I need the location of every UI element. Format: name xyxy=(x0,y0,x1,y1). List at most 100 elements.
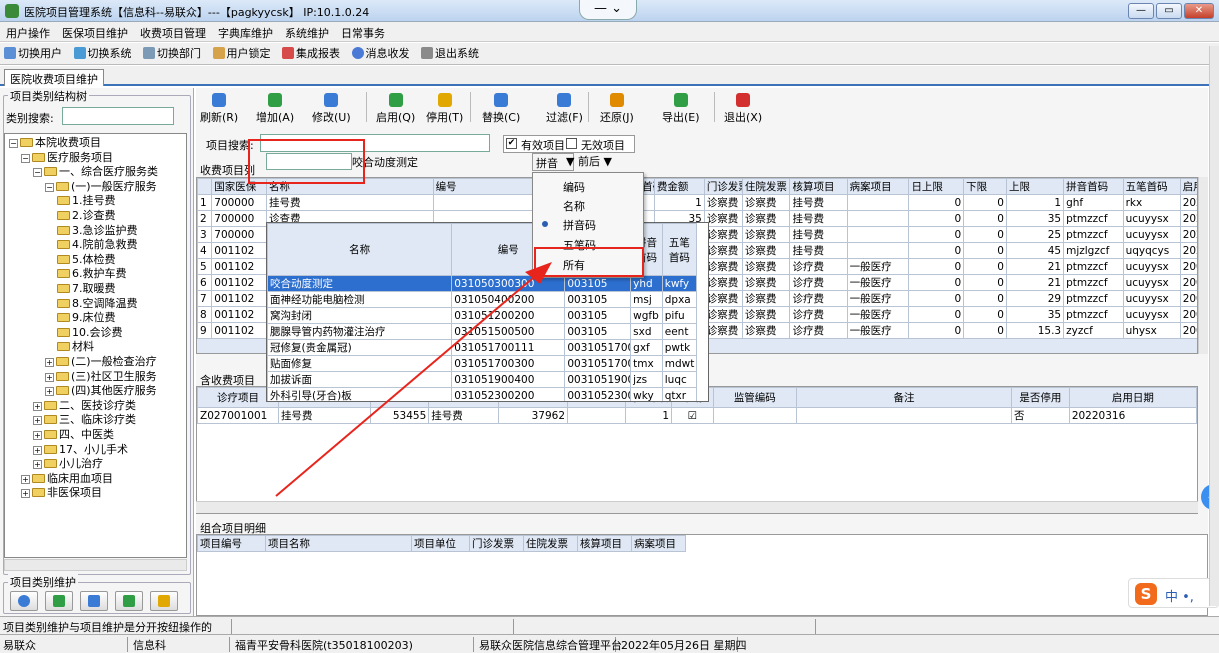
grid3-header[interactable]: 住院发票 xyxy=(523,535,578,552)
menu-daily[interactable]: 日常事务 xyxy=(335,22,391,41)
grid1-header[interactable]: 启用 xyxy=(1179,178,1197,195)
menu-insurance[interactable]: 医保项目维护 xyxy=(56,22,134,41)
restore-button[interactable]: 还原(J) xyxy=(600,93,634,125)
tree-node[interactable]: − 本院收费项目 xyxy=(9,136,101,150)
tree-node[interactable]: 9.床位费 xyxy=(57,311,116,325)
expand-icon[interactable]: + xyxy=(45,372,54,382)
tree-node[interactable]: + 小儿治疗 xyxy=(33,457,103,471)
grid1-header[interactable]: 下限 xyxy=(963,178,1007,195)
apply-checkbox[interactable]: ☑ xyxy=(688,410,697,422)
tree-node[interactable]: 5.体检费 xyxy=(57,253,116,267)
tree-node[interactable]: 1.挂号费 xyxy=(57,194,116,208)
disable-button[interactable]: 停用(T) xyxy=(426,93,463,125)
tree-node[interactable]: + 二、医技诊疗类 xyxy=(33,399,136,413)
collapse-icon[interactable]: − xyxy=(33,168,42,178)
tree-node[interactable]: − 医疗服务项目 xyxy=(21,151,113,165)
menu-item-code[interactable]: 编码 xyxy=(563,179,585,195)
tree-refresh-button[interactable] xyxy=(10,591,38,611)
expand-icon[interactable]: + xyxy=(33,416,42,426)
tree-node[interactable]: 3.急诊监护费 xyxy=(57,224,138,238)
grid1-header[interactable]: 上限 xyxy=(1005,178,1065,195)
collapse-icon[interactable]: − xyxy=(21,153,30,163)
exit-system-button[interactable]: 退出系统 xyxy=(421,45,479,61)
category-search-input[interactable] xyxy=(62,107,174,125)
grid2-header[interactable]: 启用日期 xyxy=(1068,387,1197,408)
tree-node[interactable]: 4.院前急救费 xyxy=(57,238,138,252)
valid-checkbox[interactable]: ✔ xyxy=(506,138,517,149)
add-button[interactable]: 增加(A) xyxy=(256,93,294,125)
menu-fee-items[interactable]: 收费项目管理 xyxy=(134,22,212,41)
grid1-header[interactable]: 门诊发票 xyxy=(703,178,743,195)
window-vscroll[interactable] xyxy=(1209,46,1219,606)
expand-icon[interactable]: + xyxy=(33,431,42,440)
tree-edit-button[interactable] xyxy=(80,591,108,611)
edit-button[interactable]: 修改(U) xyxy=(312,93,351,125)
grid3-header[interactable]: 门诊发票 xyxy=(469,535,524,552)
menu-item-name[interactable]: 名称 xyxy=(563,198,585,214)
tree-node[interactable]: 2.诊查费 xyxy=(57,209,116,223)
switch-system-button[interactable]: 切换系统 xyxy=(73,45,132,61)
category-tree[interactable]: − 本院收费项目 − 医疗服务项目 − 一、综合医疗服务类 − (一)一般医疗服务 1.挂号费 2… xyxy=(4,133,187,558)
menu-system[interactable]: 系统维护 xyxy=(279,22,335,41)
range-select[interactable]: ▼ 前后 ▼ xyxy=(564,152,634,170)
combo-detail-grid[interactable]: 项目编号 项目名称 项目单位 门诊发票 住院发票 核算项目 病案项目 xyxy=(196,534,1208,616)
tree-node[interactable]: + 临床用血项目 xyxy=(21,472,113,486)
grid3-header[interactable]: 项目编号 xyxy=(197,535,266,552)
grid1-header[interactable]: 拼音首码 xyxy=(1063,178,1124,195)
lock-user-button[interactable]: 用户锁定 xyxy=(212,45,271,61)
replace-button[interactable]: 替换(C) xyxy=(482,93,520,125)
expand-icon[interactable]: + xyxy=(33,460,42,470)
grid2-header[interactable]: 监管编码 xyxy=(712,387,797,408)
close-button[interactable]: ✕ xyxy=(1184,3,1214,19)
collapse-icon[interactable]: − xyxy=(45,182,54,192)
tree-node[interactable]: + (四)其他医疗服务 xyxy=(45,384,157,398)
grid1-header[interactable]: 费金额 xyxy=(653,178,705,195)
tree-node[interactable]: +17、小儿手术 xyxy=(33,443,128,457)
invalid-checkbox[interactable] xyxy=(566,138,577,149)
tree-node[interactable]: 6.救护车费 xyxy=(57,267,127,281)
tree-node[interactable]: 材料 xyxy=(57,340,94,354)
table-row[interactable]: 1700000挂号费1诊察费诊察费挂号费001ghfrkx202 xyxy=(197,194,1197,211)
collapse-icon[interactable]: − xyxy=(9,139,18,148)
grid1-header[interactable]: 住院发票 xyxy=(741,178,791,195)
filter-button[interactable]: 过滤(F) xyxy=(546,93,583,125)
grid1-header[interactable]: 五笔首码 xyxy=(1122,178,1181,195)
grid1-header[interactable]: 编号 xyxy=(432,178,536,195)
tree-node[interactable]: 10.会诊费 xyxy=(57,326,123,340)
menu-user-ops[interactable]: 用户操作 xyxy=(0,22,56,41)
tree-node[interactable]: 8.空调降温费 xyxy=(57,297,138,311)
grid1-header[interactable]: 核算项目 xyxy=(789,178,848,195)
grid2-header[interactable]: 备注 xyxy=(795,387,1013,408)
tree-add-button[interactable] xyxy=(45,591,73,611)
tree-node[interactable]: + 四、中医类 xyxy=(33,428,114,442)
menu-dictionary[interactable]: 字典库维护 xyxy=(212,22,279,41)
grid1-header[interactable]: 病案项目 xyxy=(846,178,910,195)
enable-button[interactable]: 启用(Q) xyxy=(376,93,415,125)
grid3-header[interactable]: 项目单位 xyxy=(411,535,470,552)
maximize-button[interactable]: ▭ xyxy=(1156,3,1182,19)
tree-node[interactable]: 7.取暖费 xyxy=(57,282,116,296)
tree-node[interactable]: + (三)社区卫生服务 xyxy=(45,370,157,384)
tab-fee-item-maint[interactable]: 医院收费项目维护 xyxy=(4,69,104,86)
tree-enable-button[interactable] xyxy=(115,591,143,611)
grid3-header[interactable]: 病案项目 xyxy=(631,535,686,552)
report-button[interactable]: 集成报表 xyxy=(282,45,340,61)
menu-item-pinyin[interactable]: 拼音码 xyxy=(563,217,596,233)
window-tab-caption[interactable]: — ⌄ xyxy=(579,0,637,20)
grid2-hscroll[interactable] xyxy=(196,501,1198,513)
grid3-header[interactable]: 核算项目 xyxy=(577,535,632,552)
expand-icon[interactable]: + xyxy=(33,401,42,411)
export-button[interactable]: 导出(E) xyxy=(662,93,700,125)
tree-node[interactable]: − (一)一般医疗服务 xyxy=(45,180,157,194)
tree-node[interactable]: + 非医保项目 xyxy=(21,486,102,500)
exit-button[interactable]: 退出(X) xyxy=(724,93,762,125)
tree-node[interactable]: + 三、临床诊疗类 xyxy=(33,413,136,427)
expand-icon[interactable]: + xyxy=(45,358,54,367)
grid3-header[interactable]: 项目名称 xyxy=(265,535,412,552)
ime-toolbar[interactable]: S 中 •, xyxy=(1128,578,1219,608)
tree-disable-button[interactable] xyxy=(150,591,178,611)
expand-icon[interactable]: + xyxy=(21,489,30,499)
grid1-header[interactable]: 日上限 xyxy=(908,178,965,195)
expand-icon[interactable]: + xyxy=(21,474,30,484)
grid1-header[interactable] xyxy=(197,178,213,195)
